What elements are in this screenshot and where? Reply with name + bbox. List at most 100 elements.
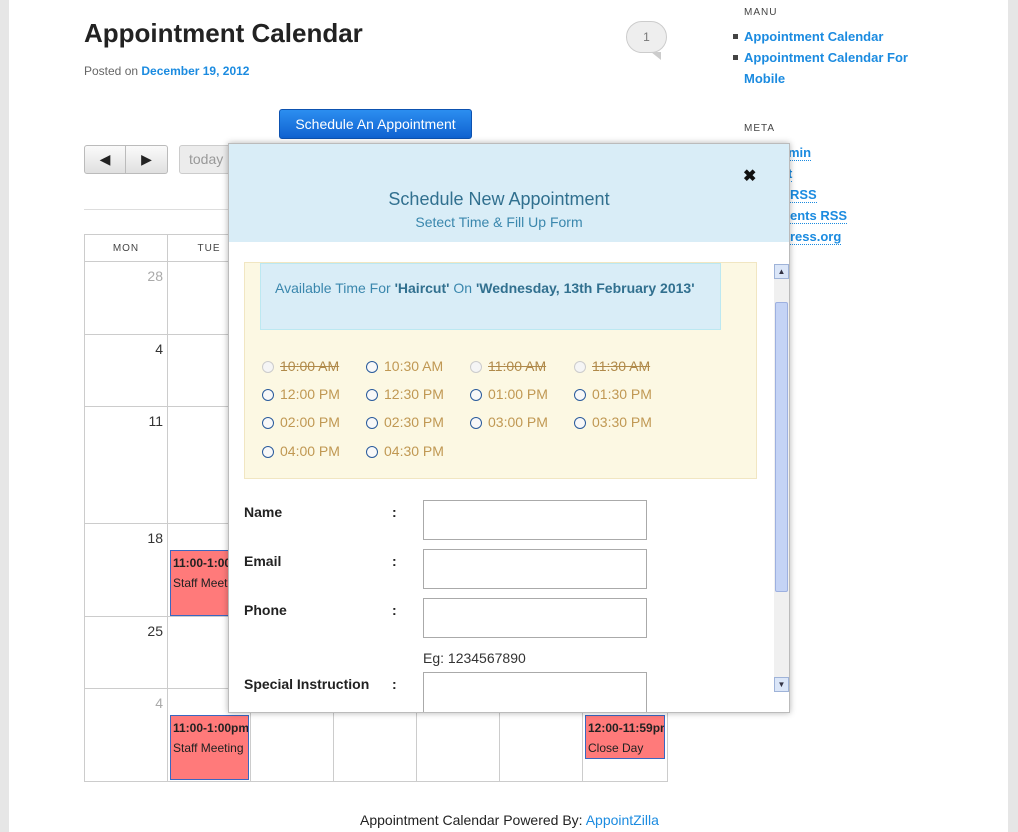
time-slot[interactable]: 04:30 PM <box>366 443 444 459</box>
radio-icon <box>470 361 482 373</box>
phone-hint: Eg: 1234567890 <box>423 650 526 666</box>
slot-label: 04:00 PM <box>280 443 340 459</box>
info-prefix: Available Time For <box>275 280 391 296</box>
colon: : <box>392 676 397 692</box>
meta-item-label: RSS <box>790 187 817 203</box>
day-cell[interactable]: 25 <box>85 617 168 689</box>
event-time: 11:00-1:00pm <box>173 721 249 735</box>
meta-item-label: ress.org <box>790 229 842 245</box>
radio-icon[interactable] <box>262 446 274 458</box>
slot-label: 02:30 PM <box>384 414 444 430</box>
radio-icon[interactable] <box>470 389 482 401</box>
time-slot[interactable]: 01:00 PM <box>470 386 548 402</box>
radio-icon[interactable] <box>366 417 378 429</box>
time-slot[interactable]: 12:00 PM <box>262 386 340 402</box>
calendar-nav: ◀ ▶ <box>84 145 168 174</box>
slot-label: 10:00 AM <box>280 358 340 374</box>
posted-prefix: Posted on <box>84 64 139 78</box>
modal-body: Available Time For 'Haircut' On 'Wednesd… <box>229 242 789 712</box>
email-field[interactable] <box>423 549 647 589</box>
slot-label: 03:00 PM <box>488 414 548 430</box>
prev-month-button[interactable]: ◀ <box>84 145 126 174</box>
day-cell[interactable]: 4 <box>85 335 168 407</box>
scroll-up-icon[interactable]: ▲ <box>774 264 789 279</box>
sidebar-menu-heading: MANU <box>744 7 778 18</box>
sidebar-item-appointment-calendar[interactable]: Appointment Calendar <box>733 26 934 47</box>
day-cell[interactable]: 11 <box>85 407 168 524</box>
page-title: Appointment Calendar <box>84 18 363 48</box>
name-field[interactable] <box>423 500 647 540</box>
slot-label: 11:00 AM <box>488 358 547 374</box>
time-slot[interactable]: 01:30 PM <box>574 386 652 402</box>
sidebar-meta-heading: META <box>744 123 776 134</box>
time-slot: 10:00 AM <box>262 358 339 374</box>
service-name: 'Haircut' <box>394 280 450 296</box>
radio-icon[interactable] <box>366 361 378 373</box>
radio-icon[interactable] <box>366 446 378 458</box>
time-slot[interactable]: 02:30 PM <box>366 414 444 430</box>
day-cell[interactable]: 28 <box>85 262 168 335</box>
sidebar-item-label: Appointment Calendar <box>744 29 884 44</box>
scroll-down-icon[interactable]: ▼ <box>774 677 789 692</box>
calendar-event[interactable]: 12:00-11:59pm Close Day <box>585 715 665 759</box>
time-slot[interactable]: 03:00 PM <box>470 414 548 430</box>
slot-label: 01:30 PM <box>592 386 652 402</box>
posted-date-link[interactable]: December 19, 2012 <box>141 64 249 78</box>
radio-icon[interactable] <box>366 389 378 401</box>
radio-icon[interactable] <box>262 417 274 429</box>
event-title: Close Day <box>588 741 644 755</box>
event-time: 12:00-11:59pm <box>588 721 665 735</box>
time-slot: 11:30 AM <box>574 358 650 374</box>
radio-icon <box>262 361 274 373</box>
day-cell[interactable]: 18 <box>85 524 168 617</box>
modal-scrollbar[interactable]: ▲ ▼ <box>774 264 789 692</box>
time-slot[interactable]: 10:30 AM <box>366 358 443 374</box>
modal-subtitle: Setect Time & Fill Up Form <box>415 214 583 230</box>
sidebar-item-appointment-calendar-mobile[interactable]: Appointment Calendar For Mobile <box>733 47 934 89</box>
day-number: 18 <box>147 530 163 546</box>
schedule-appointment-button[interactable]: Schedule An Appointment <box>279 109 472 139</box>
footer-prefix: Appointment Calendar Powered By: <box>360 812 583 828</box>
radio-icon[interactable] <box>574 389 586 401</box>
name-label: Name <box>244 504 283 520</box>
day-number: 25 <box>147 623 163 639</box>
time-slot[interactable]: 03:30 PM <box>574 414 652 430</box>
radio-icon[interactable] <box>574 417 586 429</box>
radio-icon[interactable] <box>262 389 274 401</box>
colon: : <box>392 553 397 569</box>
footer-credit: Appointment Calendar Powered By: Appoint… <box>360 812 659 828</box>
time-slot[interactable]: 02:00 PM <box>262 414 340 430</box>
time-slot[interactable]: 12:30 PM <box>366 386 444 402</box>
email-label: Email <box>244 553 282 569</box>
colon: : <box>392 504 397 520</box>
slot-label: 03:30 PM <box>592 414 652 430</box>
slot-label: 02:00 PM <box>280 414 340 430</box>
event-title: Staff Meeting <box>173 741 244 755</box>
day-number: 4 <box>155 695 163 711</box>
slot-label: 01:00 PM <box>488 386 548 402</box>
col-header-mon: MON <box>85 235 168 262</box>
special-instruction-field[interactable] <box>423 672 647 712</box>
scrollbar-thumb[interactable] <box>775 302 788 592</box>
radio-icon[interactable] <box>470 417 482 429</box>
schedule-modal: Schedule New Appointment Setect Time & F… <box>228 143 790 713</box>
arrow-left-icon: ◀ <box>99 151 111 167</box>
calendar-event[interactable]: 11:00-1:00pm Staff Meeting <box>170 715 249 780</box>
appointzilla-link[interactable]: AppointZilla <box>586 812 659 828</box>
comment-count-bubble[interactable]: 1 <box>626 21 667 60</box>
slot-label: 12:00 PM <box>280 386 340 402</box>
special-instruction-label: Special Instruction <box>244 676 370 692</box>
day-cell[interactable]: 4 <box>85 689 168 782</box>
modal-title: Schedule New Appointment <box>388 189 610 209</box>
meta-item-label: min <box>788 145 812 161</box>
slot-label: 04:30 PM <box>384 443 444 459</box>
slot-label: 11:30 AM <box>592 358 651 374</box>
sidebar-menu: Appointment Calendar Appointment Calenda… <box>733 26 934 89</box>
day-number: 11 <box>148 413 163 429</box>
close-icon[interactable]: ✖ <box>743 166 756 186</box>
day-number: 4 <box>155 341 163 357</box>
phone-field[interactable] <box>423 598 647 638</box>
time-slot[interactable]: 04:00 PM <box>262 443 340 459</box>
phone-label: Phone <box>244 602 287 618</box>
next-month-button[interactable]: ▶ <box>126 145 168 174</box>
